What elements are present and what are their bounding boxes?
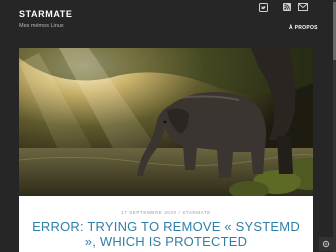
rss-icon[interactable] [283, 3, 291, 11]
post-meta: 17 SEPTEMBRE 2020 / STARMATE [19, 210, 313, 215]
twitter-icon[interactable] [259, 3, 268, 12]
post-category[interactable]: STARMATE [182, 210, 211, 215]
cookie-settings-icon[interactable] [319, 237, 333, 251]
post-title[interactable]: ERROR: TRYING TO REMOVE « SYSTEMD », WHI… [31, 219, 301, 249]
post-date[interactable]: 17 SEPTEMBRE 2020 [121, 210, 176, 215]
nav-link-about[interactable]: À PROPOS [289, 25, 318, 31]
gear-icon [322, 240, 330, 248]
meta-separator: / [178, 210, 181, 215]
site-tagline: Mes mémos Linux [19, 23, 64, 29]
post-card: 17 SEPTEMBRE 2020 / STARMATE ERROR: TRYI… [19, 48, 313, 252]
site-title[interactable]: STARMATE [19, 9, 72, 19]
post-featured-image[interactable] [19, 48, 313, 196]
mail-icon[interactable] [298, 3, 308, 11]
site-header: STARMATE Mes mémos Linux À PROPOS [0, 0, 336, 48]
